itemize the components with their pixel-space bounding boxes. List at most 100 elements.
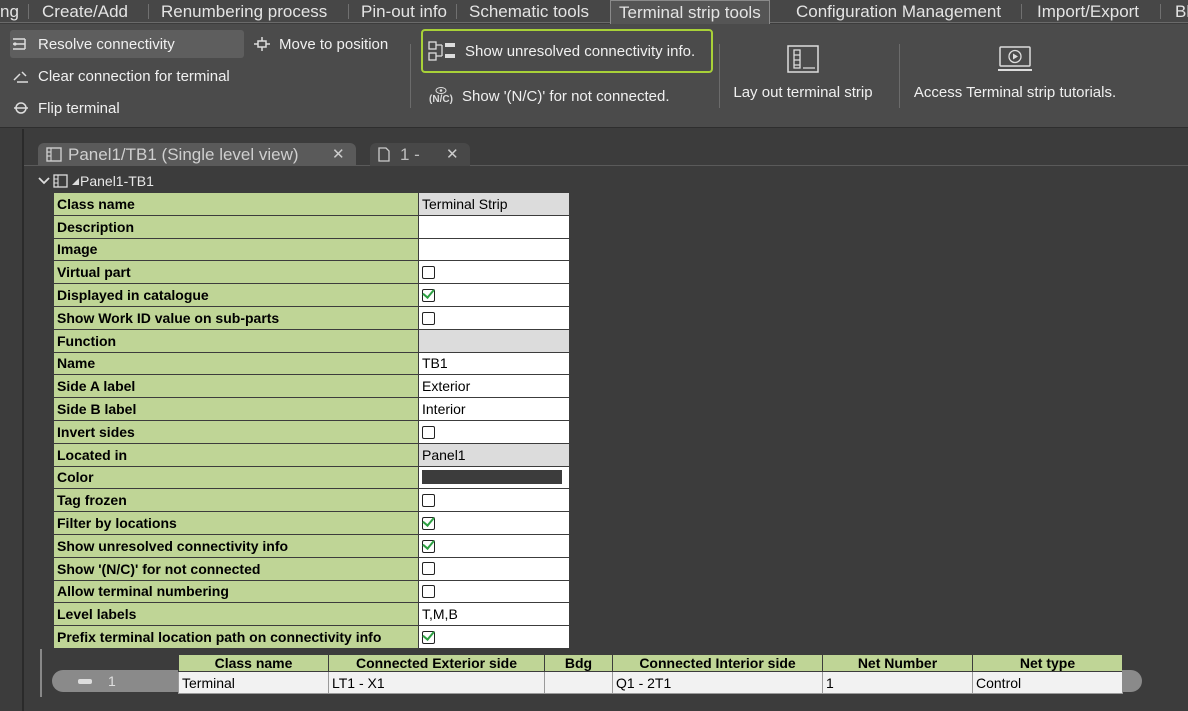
close-icon[interactable]: ✕ — [446, 143, 459, 166]
table-cell[interactable]: Terminal — [178, 671, 329, 694]
tab-configuration-management[interactable]: Configuration Management — [788, 0, 1009, 23]
checkbox-checked[interactable] — [422, 516, 435, 530]
property-value[interactable]: Interior — [418, 397, 570, 421]
tab-schematic-tools[interactable]: Schematic tools — [461, 0, 597, 23]
tab-partial-left[interactable]: ng — [0, 0, 27, 23]
checkbox-unchecked[interactable] — [422, 494, 435, 508]
show-unresolved-button[interactable]: Show unresolved connectivity info. — [421, 29, 714, 73]
table-cell[interactable]: Control — [972, 671, 1123, 694]
column-header[interactable]: Bdg — [544, 654, 613, 672]
move-to-position-button[interactable]: Move to position — [251, 30, 388, 58]
resolve-connectivity-button[interactable]: Resolve connectivity — [10, 30, 244, 58]
move-to-position-label: Move to position — [279, 35, 389, 53]
checkbox-checked[interactable] — [422, 539, 435, 553]
table-cell[interactable]: Q1 - 2T1 — [612, 671, 823, 694]
flip-icon — [10, 98, 32, 118]
flip-terminal-label: Flip terminal — [38, 99, 120, 117]
checkbox-unchecked[interactable] — [422, 562, 435, 576]
corner-triangle-icon — [72, 177, 79, 185]
property-value[interactable] — [418, 214, 570, 239]
show-nc-button[interactable]: (N/C) Show '(N/C)' for not connected. — [426, 82, 670, 110]
column-header[interactable]: Connected Interior side — [612, 654, 823, 672]
property-label: Side B label — [53, 397, 419, 421]
tab-renumbering[interactable]: Renumbering process — [153, 0, 335, 23]
resolve-connectivity-label: Resolve connectivity — [38, 35, 175, 53]
document-icon — [378, 147, 390, 162]
property-row: Displayed in catalogue — [53, 283, 570, 307]
property-checkbox-cell[interactable] — [418, 419, 570, 444]
property-checkbox-cell[interactable] — [418, 283, 570, 307]
resolve-connectivity-icon — [10, 34, 32, 54]
property-row: Allow terminal numbering — [53, 579, 570, 604]
property-label: Tag frozen — [53, 488, 419, 513]
doc-tab-panel1-tb1-label: Panel1/TB1 (Single level view) — [68, 145, 299, 164]
doc-tab-panel1-tb1[interactable]: Panel1/TB1 (Single level view) ✕ — [38, 143, 356, 166]
terminal-strip-icon — [53, 174, 68, 188]
property-label: Class name — [53, 192, 419, 216]
ribbon-tab-bar: ng Create/Add Renumbering process Pin-ou… — [0, 0, 1188, 24]
checkbox-checked[interactable] — [422, 630, 435, 644]
tree-node-panel1-tb1[interactable]: Panel1-TB1 — [38, 172, 154, 190]
table-cell[interactable] — [544, 671, 613, 694]
row-grip-icon — [78, 678, 92, 684]
property-checkbox-cell[interactable] — [418, 625, 570, 649]
property-label: Show unresolved connectivity info — [53, 533, 419, 558]
checkbox-unchecked[interactable] — [422, 266, 435, 280]
property-checkbox-cell[interactable] — [418, 305, 570, 330]
show-nc-label: Show '(N/C)' for not connected. — [462, 87, 670, 105]
property-checkbox-cell[interactable] — [418, 556, 570, 581]
property-checkbox-cell[interactable] — [418, 488, 570, 513]
close-icon[interactable]: ✕ — [332, 143, 345, 166]
table-cell[interactable]: 1 — [822, 671, 973, 694]
table-cell[interactable]: LT1 - X1 — [328, 671, 545, 694]
property-checkbox-cell[interactable] — [418, 260, 570, 285]
flip-terminal-button[interactable]: Flip terminal — [10, 94, 120, 122]
property-label: Invert sides — [53, 419, 419, 444]
tab-pin-out[interactable]: Pin-out info — [353, 0, 455, 23]
layout-terminal-strip-button[interactable]: Lay out terminal strip — [728, 44, 878, 101]
color-swatch[interactable] — [422, 470, 562, 485]
property-value[interactable]: TB1 — [418, 351, 570, 376]
property-color-cell[interactable] — [418, 465, 570, 490]
property-value[interactable]: Panel1 — [418, 442, 570, 467]
document-area: Panel1/TB1 (Single level view) ✕ 1 - ✕ P… — [24, 129, 1188, 711]
checkbox-unchecked[interactable] — [422, 585, 435, 599]
table-row[interactable]: Terminal LT1 - X1 Q1 - 2T1 1 Control — [178, 671, 1123, 694]
tab-partial-right[interactable]: Bl — [1167, 0, 1188, 23]
clear-connection-button[interactable]: Clear connection for terminal — [10, 62, 230, 90]
checkbox-unchecked[interactable] — [422, 311, 435, 325]
row-group-bracket — [40, 649, 42, 697]
checkbox-checked[interactable] — [422, 288, 435, 302]
property-row: Name TB1 — [53, 351, 570, 376]
tab-create-add[interactable]: Create/Add — [34, 0, 136, 23]
column-header[interactable]: Net Number — [822, 654, 973, 672]
property-row: Description — [53, 214, 570, 239]
tab-terminal-strip-tools[interactable]: Terminal strip tools — [610, 0, 770, 24]
chevron-down-icon[interactable] — [38, 176, 50, 186]
tab-import-export[interactable]: Import/Export — [1029, 0, 1147, 23]
property-value[interactable] — [418, 328, 570, 353]
property-value[interactable] — [418, 237, 570, 262]
checkbox-unchecked[interactable] — [422, 425, 435, 439]
property-value[interactable]: T,M,B — [418, 602, 570, 627]
property-checkbox-cell[interactable] — [418, 579, 570, 604]
unresolved-connectivity-icon — [427, 41, 459, 61]
property-row: Virtual part — [53, 260, 570, 285]
layout-terminal-strip-label: Lay out terminal strip — [733, 84, 873, 101]
property-label: Show Work ID value on sub-parts — [53, 305, 419, 330]
property-value[interactable]: Terminal Strip — [418, 192, 570, 216]
tutorials-button[interactable]: Access Terminal strip tutorials. — [912, 44, 1118, 101]
property-checkbox-cell[interactable] — [418, 511, 570, 535]
nc-icon: (N/C) — [426, 86, 456, 106]
terminal-row-handle[interactable]: 1 — [52, 670, 178, 692]
property-value[interactable]: Exterior — [418, 374, 570, 399]
property-checkbox-cell[interactable] — [418, 533, 570, 558]
column-header[interactable]: Connected Exterior side — [328, 654, 545, 672]
tutorials-label: Access Terminal strip tutorials. — [913, 84, 1117, 101]
move-icon — [251, 34, 273, 54]
property-row: Level labels T,M,B — [53, 602, 570, 627]
doc-tab-1[interactable]: 1 - ✕ — [370, 143, 470, 166]
property-label: Name — [53, 351, 419, 376]
column-header[interactable]: Class name — [178, 654, 329, 672]
column-header[interactable]: Net type — [972, 654, 1123, 672]
